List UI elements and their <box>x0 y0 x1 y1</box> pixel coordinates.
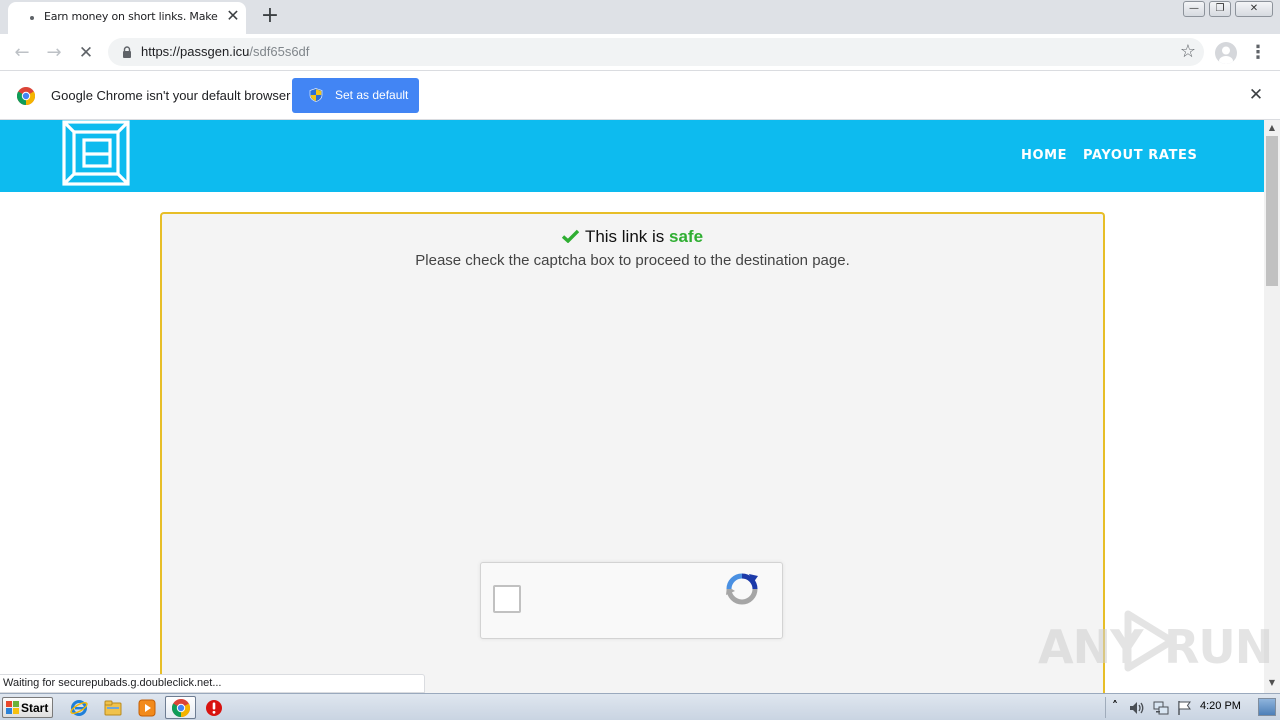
checkmark-icon <box>561 229 579 243</box>
safe-word: safe <box>669 227 704 246</box>
new-tab-button[interactable]: + <box>259 4 281 28</box>
infobar-message: Google Chrome isn't your default browser <box>51 88 291 103</box>
address-bar[interactable]: https://passgen.icu/sdf65s6df ☆ <box>108 38 1204 66</box>
stop-loading-button[interactable]: ✕ <box>73 40 99 66</box>
volume-icon[interactable] <box>1128 700 1146 716</box>
anyrun-watermark: ANY RUN <box>1036 608 1273 674</box>
default-browser-infobar: Google Chrome isn't your default browser… <box>0 71 1280 120</box>
tab-active[interactable]: Earn money on short links. Make sho ✕ <box>8 2 246 34</box>
profile-avatar-icon[interactable] <box>1215 42 1237 64</box>
site-logo-icon[interactable] <box>62 120 130 186</box>
watermark-run: RUN <box>1164 620 1273 674</box>
tray-divider <box>1105 697 1106 718</box>
scroll-up-arrow-icon[interactable]: ▲ <box>1264 120 1280 134</box>
forward-button[interactable]: → <box>41 40 67 66</box>
recaptcha-widget <box>480 562 783 639</box>
media-player-icon[interactable] <box>138 699 156 717</box>
url-host: https://passgen.icu <box>141 44 250 59</box>
safe-link-heading: This link is safe <box>162 227 1103 247</box>
taskbar-clock[interactable]: 4:20 PM <box>1200 700 1241 712</box>
scroll-thumb[interactable] <box>1266 136 1278 286</box>
scroll-down-arrow-icon[interactable]: ▼ <box>1264 676 1280 690</box>
site-header: HOME PAYOUT RATES <box>0 120 1264 192</box>
page-scrollbar[interactable]: ▲ ▼ <box>1264 120 1280 693</box>
windows-flag-icon <box>6 701 19 714</box>
browser-toolbar: ← → ✕ https://passgen.icu/sdf65s6df ☆ ⋮ <box>0 34 1280 71</box>
set-as-default-button[interactable]: Set as default <box>292 78 419 113</box>
close-window-button[interactable]: ✕ <box>1235 1 1273 17</box>
internet-explorer-icon[interactable] <box>70 699 88 717</box>
show-desktop-button[interactable] <box>1258 698 1276 716</box>
action-center-flag-icon[interactable] <box>1176 700 1194 716</box>
status-bubble: Waiting for securepubads.g.doubleclick.n… <box>0 674 425 693</box>
url-text[interactable]: https://passgen.icu/sdf65s6df <box>141 44 309 59</box>
tab-loading-icon <box>30 16 34 20</box>
lock-icon[interactable] <box>121 46 133 58</box>
safe-link-panel: This link is safe Please check the captc… <box>160 212 1105 693</box>
nav-home-link[interactable]: HOME <box>1021 148 1067 163</box>
browser-window: Earn money on short links. Make sho ✕ + … <box>0 0 1280 720</box>
infobar-close-icon[interactable]: ✕ <box>1246 85 1266 105</box>
taskbar: Start ˄ 4:20 PM <box>0 693 1280 720</box>
tab-close-icon[interactable]: ✕ <box>225 7 241 25</box>
uac-shield-icon <box>309 88 323 102</box>
network-icon[interactable] <box>1152 700 1170 716</box>
set-as-default-label: Set as default <box>335 88 409 102</box>
restore-button[interactable]: ❐ <box>1209 1 1231 17</box>
taskbar-chrome-active[interactable] <box>165 696 196 719</box>
bookmark-star-icon[interactable]: ☆ <box>1177 41 1199 63</box>
start-button[interactable]: Start <box>2 697 53 718</box>
start-label: Start <box>21 701 49 715</box>
tab-title: Earn money on short links. Make sho <box>44 10 220 23</box>
safe-heading-prefix: This link is <box>584 227 670 246</box>
taskbar-chrome-icon <box>172 699 190 717</box>
tab-strip: Earn money on short links. Make sho ✕ + … <box>0 0 1280 34</box>
recaptcha-logo-icon <box>726 573 758 605</box>
tray-expand-icon[interactable]: ˄ <box>1110 699 1120 713</box>
browser-menu-icon[interactable]: ⋮ <box>1248 41 1268 65</box>
back-button[interactable]: ← <box>9 40 35 66</box>
url-path: /sdf65s6df <box>249 44 310 59</box>
minimize-button[interactable]: — <box>1183 1 1205 17</box>
chrome-logo-icon <box>17 87 35 105</box>
avatar-silhouette-icon <box>1219 46 1233 64</box>
nav-payout-rates-link[interactable]: PAYOUT RATES <box>1083 148 1197 163</box>
file-explorer-icon[interactable] <box>104 699 122 717</box>
antivirus-alert-icon[interactable] <box>205 699 223 717</box>
captcha-instruction: Please check the captcha box to proceed … <box>415 252 850 269</box>
recaptcha-checkbox[interactable] <box>493 585 521 613</box>
